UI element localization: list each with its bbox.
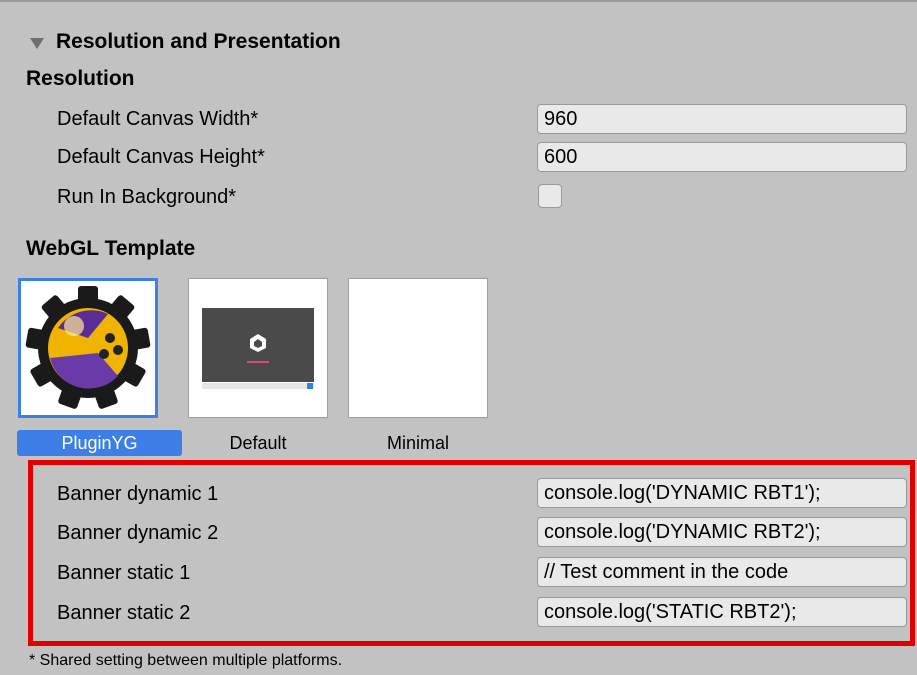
canvas-height-field[interactable]: 600 (537, 142, 907, 172)
canvas-width-field[interactable]: 960 (537, 104, 907, 134)
plugin-gear-logo-icon (25, 286, 151, 409)
template-tile-default[interactable] (188, 278, 328, 418)
highlight-box (28, 460, 915, 646)
top-divider (0, 0, 917, 2)
template-tile-minimal[interactable] (348, 278, 488, 418)
run-in-background-label: Run In Background* (57, 186, 237, 208)
template-tile-pluginyg[interactable] (18, 278, 158, 418)
resolution-header: Resolution (26, 67, 135, 90)
run-in-background-checkbox[interactable] (538, 184, 562, 208)
resolution-presentation-foldout[interactable]: Resolution and Presentation (30, 27, 341, 57)
template-label-pluginyg[interactable]: PluginYG (17, 430, 182, 456)
template-label-minimal[interactable]: Minimal (348, 430, 488, 456)
shared-setting-footnote: * Shared setting between multiple platfo… (29, 652, 343, 669)
webgl-template-header: WebGL Template (26, 237, 196, 260)
template-label-default[interactable]: Default (188, 430, 328, 456)
unity-logo-icon (250, 334, 266, 352)
default-template-bar (247, 361, 269, 363)
canvas-height-label: Default Canvas Height* (57, 146, 265, 168)
canvas-width-label: Default Canvas Width* (57, 108, 259, 130)
player-settings-panel: Resolution and Presentation Resolution D… (0, 0, 917, 675)
default-template-fullscreen (307, 383, 313, 389)
section-title: Resolution and Presentation (56, 30, 341, 53)
default-template-footer (202, 383, 314, 389)
triangle-down-icon[interactable] (30, 37, 44, 49)
